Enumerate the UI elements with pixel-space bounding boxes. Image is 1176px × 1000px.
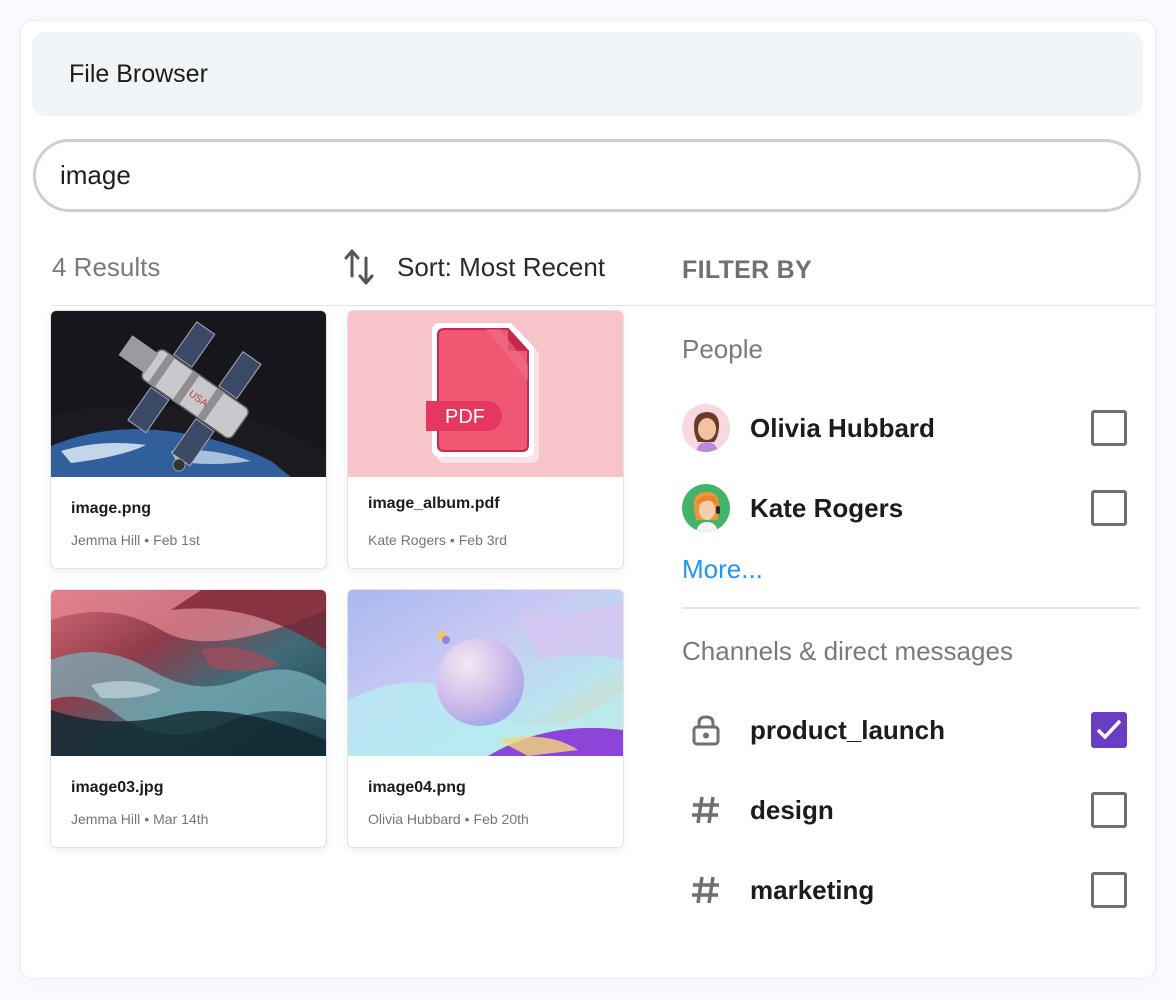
file-meta: Jemma Hill • Mar 14th — [71, 811, 208, 827]
file-thumbnail-sphere — [348, 590, 623, 756]
separator: • — [144, 532, 150, 548]
search-input[interactable] — [33, 139, 1141, 212]
filter-person-olivia[interactable]: Olivia Hubbard — [682, 404, 1132, 452]
filter-channel-design[interactable]: design — [682, 786, 1132, 834]
divider — [52, 305, 1155, 306]
file-date: Feb 3rd — [458, 532, 507, 548]
file-date: Feb 20th — [473, 811, 529, 827]
channels-section-label: Channels & direct messages — [682, 636, 1013, 666]
file-meta: Olivia Hubbard • Feb 20th — [368, 811, 529, 827]
file-card[interactable]: USA image.png Jemma Hill • Feb 1st — [51, 311, 326, 568]
avatar — [682, 404, 730, 452]
checkbox-product-launch[interactable] — [1091, 712, 1127, 748]
avatar — [682, 484, 730, 532]
file-meta: Jemma Hill • Feb 1st — [71, 532, 200, 548]
file-card[interactable]: PDF image_album.pdf Kate Rogers • Feb 3rd — [348, 311, 623, 568]
checkbox-design[interactable] — [1091, 792, 1127, 828]
separator: • — [464, 811, 470, 827]
window-title: File Browser — [69, 60, 208, 88]
checkbox-marketing[interactable] — [1091, 872, 1127, 908]
file-author: Jemma Hill — [71, 532, 141, 548]
file-name: image.png — [71, 500, 152, 517]
filter-person-kate[interactable]: Kate Rogers — [682, 484, 1132, 532]
file-author: Olivia Hubbard — [368, 811, 461, 827]
file-date: Feb 1st — [153, 532, 200, 548]
file-name: image_album.pdf — [368, 495, 500, 512]
results-count: 4 Results — [52, 252, 161, 282]
hash-icon — [682, 786, 730, 834]
sort-icon — [344, 249, 374, 285]
filter-channel-product-launch[interactable]: product_launch — [682, 706, 1132, 754]
file-name: image04.png — [368, 779, 466, 796]
person-name: Olivia Hubbard — [750, 412, 935, 443]
file-browser-window: File Browser 4 Results Sort: Most Recent… — [21, 21, 1155, 978]
file-name: image03.jpg — [71, 779, 164, 796]
file-card[interactable]: image04.png Olivia Hubbard • Feb 20th — [348, 590, 623, 847]
file-thumbnail-hubble: USA — [51, 311, 326, 477]
sort-label: Sort: Most Recent — [397, 251, 606, 282]
filter-channel-marketing[interactable]: marketing — [682, 866, 1132, 914]
separator: • — [144, 811, 150, 827]
checkbox-kate[interactable] — [1091, 490, 1127, 526]
file-author: Jemma Hill — [71, 811, 141, 827]
checkbox-olivia[interactable] — [1091, 410, 1127, 446]
file-card[interactable]: image03.jpg Jemma Hill • Mar 14th — [51, 590, 326, 847]
people-section-label: People — [682, 334, 763, 364]
lock-icon — [682, 706, 730, 754]
channel-name: product_launch — [750, 714, 946, 745]
file-date: Mar 14th — [153, 811, 209, 827]
file-thumbnail-pdf: PDF — [348, 311, 623, 477]
sort-button[interactable]: Sort: Most Recent — [343, 247, 605, 287]
hash-icon — [682, 866, 730, 914]
title-bar: File Browser — [32, 32, 1143, 116]
person-name: Kate Rogers — [750, 492, 904, 523]
file-thumbnail-abstract — [51, 590, 326, 756]
file-author: Kate Rogers — [368, 532, 446, 548]
file-meta: Kate Rogers • Feb 3rd — [368, 532, 507, 548]
divider — [682, 607, 1140, 609]
channel-name: marketing — [750, 874, 875, 905]
filter-heading: FILTER BY — [682, 256, 813, 284]
pdf-badge: PDF — [445, 406, 485, 428]
channel-name: design — [750, 794, 834, 825]
more-people-link[interactable]: More... — [682, 554, 763, 585]
checkmark-icon — [1096, 719, 1122, 740]
separator: • — [449, 532, 455, 548]
